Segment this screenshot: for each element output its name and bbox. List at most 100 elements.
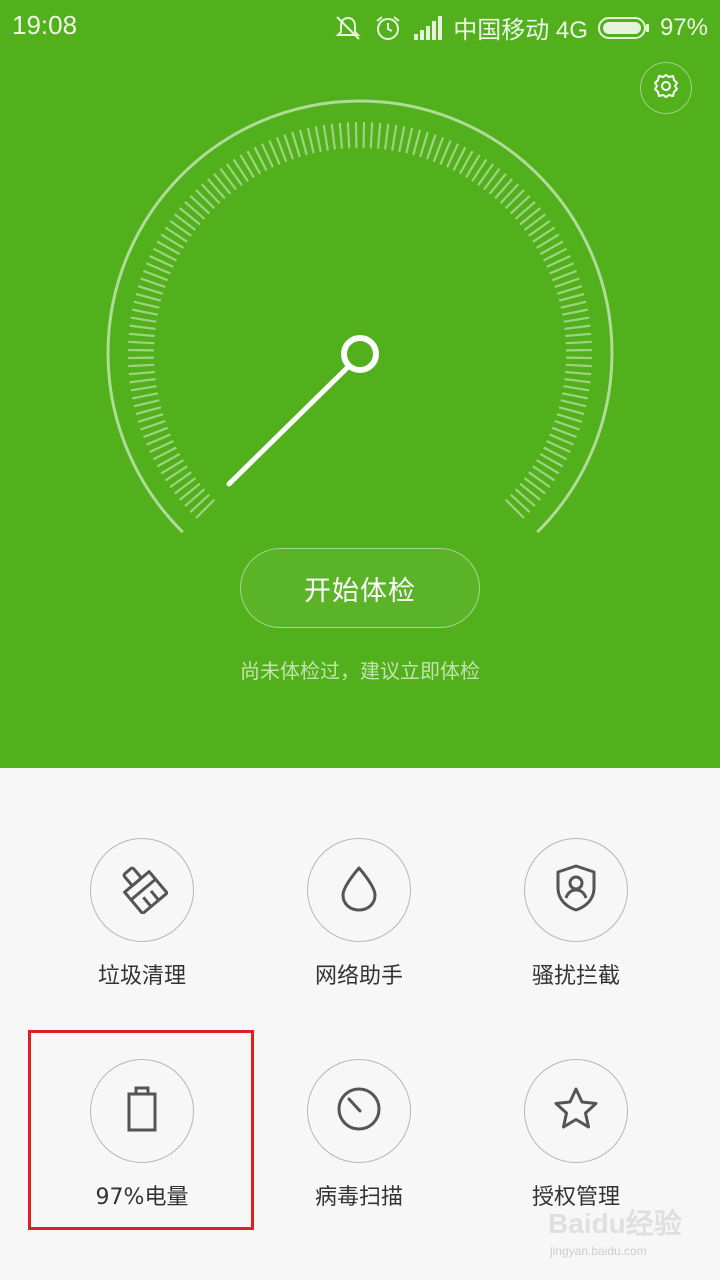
gauge-tick: [298, 129, 308, 156]
shield-user-icon: [552, 862, 600, 918]
gauge-tick: [213, 173, 232, 195]
gauge-tick: [561, 392, 588, 400]
gauge-needle: [226, 364, 351, 487]
gauge-tick: [563, 316, 590, 323]
watermark-logo: Baidu经验: [548, 1208, 682, 1239]
gauge-tick: [143, 269, 169, 282]
gauge-tick: [514, 488, 536, 508]
gauge-tick: [391, 124, 398, 151]
gauge-tick: [128, 363, 155, 368]
gauge-tick: [200, 183, 221, 205]
gauge-tick: [551, 269, 577, 282]
star-icon: [551, 1084, 601, 1138]
gauge-ticks: [127, 121, 593, 519]
gauge-tick: [135, 292, 162, 302]
gauge-tick: [275, 137, 288, 163]
gauge-tick: [140, 420, 166, 431]
gauge-tick: [494, 178, 514, 200]
start-checkup-button[interactable]: 开始体检: [240, 548, 480, 628]
gauge-tick: [432, 137, 445, 163]
gauge-tick: [565, 370, 592, 376]
gauge-tick: [179, 207, 201, 226]
gauge-tick: [554, 277, 580, 288]
gauge-tick: [551, 426, 577, 439]
gauge-tick: [135, 406, 162, 416]
score-gauge: [106, 99, 614, 534]
gauge-tick: [129, 378, 156, 384]
gauge-tick: [504, 189, 525, 210]
gauge-tick: [565, 340, 592, 345]
gauge-tick: [137, 413, 164, 423]
tool-label: 网络助手: [314, 964, 403, 989]
gauge-tick: [132, 308, 159, 316]
gauge-tick: [128, 340, 155, 345]
gauge-tick: [558, 292, 585, 302]
gauge-tick: [564, 324, 591, 330]
gauge-tick: [563, 385, 590, 392]
gauge-tick: [514, 200, 536, 220]
gauge-tick: [130, 316, 157, 323]
gauge-tick: [189, 194, 211, 215]
gauge-tick: [488, 173, 507, 195]
gauge-tick: [189, 493, 211, 514]
gauge-tick: [405, 127, 414, 154]
tool-network-assistant[interactable]: 网络助手: [249, 838, 469, 1008]
tool-label: 骚扰拦截: [531, 964, 620, 989]
gauge-tick: [346, 122, 351, 149]
gauge-tick: [283, 134, 294, 160]
gauge-tick: [130, 385, 157, 392]
gauge-tick: [195, 498, 216, 519]
gauge-tick: [509, 493, 531, 514]
gauge-pivot: [341, 335, 379, 373]
gauge-tick: [330, 123, 336, 150]
tool-harassment-block[interactable]: 骚扰拦截: [466, 838, 686, 1008]
gauge-tick: [556, 413, 583, 423]
gauge-tick: [128, 370, 155, 376]
gauge-tick: [322, 124, 329, 151]
gauge-tick: [509, 194, 531, 215]
checkup-hint: 尚未体检过，建议立即体检: [240, 659, 480, 683]
gauge-tick: [338, 122, 344, 149]
droplet-icon: [337, 864, 381, 916]
tool-network-assistant-circle: [307, 838, 411, 942]
gauge-tick: [398, 126, 406, 153]
gauge-tick: [560, 300, 587, 309]
tool-virus-scan-circle: [307, 1059, 411, 1163]
scan-icon: [333, 1083, 385, 1139]
gauge-tick: [314, 126, 322, 153]
broom-icon: [116, 862, 169, 918]
baidu-watermark: Baidu经验 jingyan.baidu.com: [548, 1200, 708, 1270]
gauge-tick: [376, 122, 382, 149]
tool-label: 垃圾清理: [97, 964, 186, 989]
tool-harassment-block-circle: [524, 838, 628, 942]
gauge-tick: [137, 285, 164, 295]
gauge-tick: [412, 129, 422, 156]
gauge-tick: [519, 482, 541, 501]
tool-virus-scan[interactable]: 病毒扫描: [249, 1059, 469, 1229]
gauge-tick: [556, 285, 583, 295]
gauge-tick: [564, 378, 591, 384]
gauge-tick: [133, 300, 160, 309]
gauge-tick: [369, 122, 374, 149]
tool-junk-clean-circle: [90, 838, 194, 942]
gauge-tick: [499, 183, 520, 205]
gauge-tick: [558, 406, 585, 416]
gauge-tick: [565, 363, 592, 368]
gauge-tick: [560, 399, 587, 408]
gauge-tick: [504, 498, 525, 519]
tool-junk-clean[interactable]: 垃圾清理: [32, 838, 252, 1008]
gauge-tick: [143, 426, 169, 439]
gauge-tick: [291, 131, 301, 158]
gauge-tick: [206, 178, 226, 200]
gauge-tick: [195, 189, 216, 210]
hero-panel: 19:08 中国移动 4G 97% 开始体检 尚未体检过，建议立即体检: [0, 0, 720, 768]
gauge-tick: [128, 332, 155, 338]
gauge-tick: [519, 207, 541, 226]
gauge-tick: [133, 399, 160, 408]
gauge-tick: [306, 127, 315, 154]
gauge-tick: [561, 308, 588, 316]
watermark-url: jingyan.baidu.com: [550, 1244, 647, 1258]
gauge-tick: [179, 482, 201, 501]
gauge-tick: [554, 420, 580, 431]
gauge-tick: [132, 392, 159, 400]
